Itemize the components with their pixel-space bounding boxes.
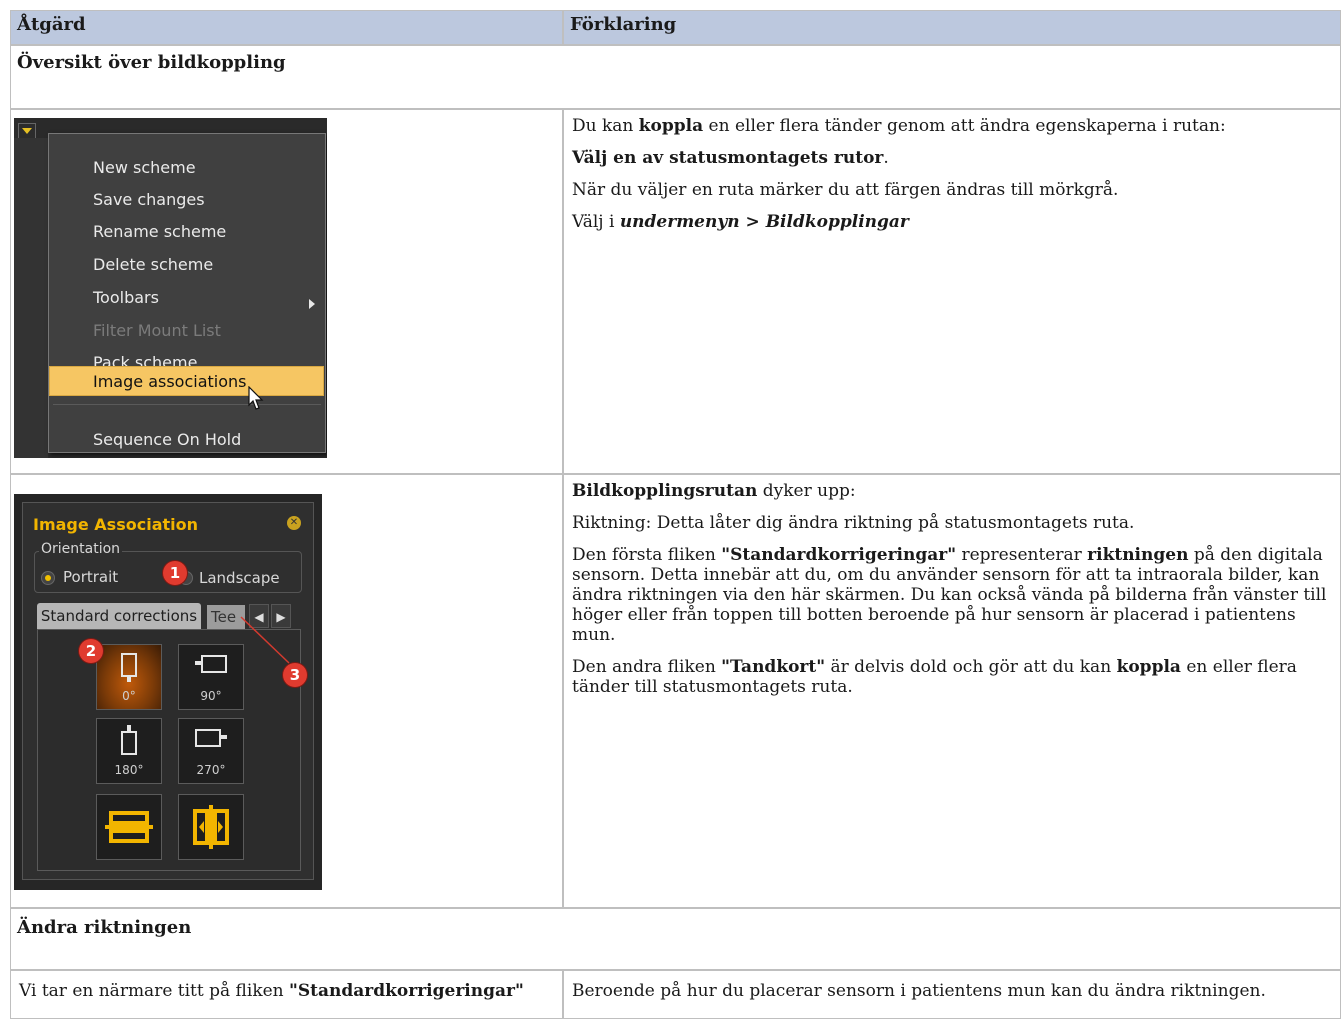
menu-item-save-changes[interactable]: Save changes — [93, 190, 205, 209]
flip-vertical-button[interactable] — [96, 794, 162, 860]
action-text: Vi tar en närmare titt på fliken — [19, 981, 290, 1001]
annotation-badge-3: 3 — [283, 663, 307, 687]
section-heading-change-orientation: Ändra riktningen — [10, 908, 1341, 970]
flip-vertical-icon — [105, 811, 153, 843]
sensor-icon — [121, 731, 137, 755]
column-header-action: Åtgärd — [10, 10, 563, 45]
section-heading-overview: Översikt över bildkoppling — [10, 45, 1341, 109]
rotate-270-button[interactable]: 270° — [178, 718, 244, 784]
help-table: Åtgärd Förklaring Översikt över bildkopp… — [0, 0, 1343, 1019]
image-association-panel: Image Association ✕ Orientation Portrait… — [22, 502, 314, 880]
image-association-screenshot: Image Association ✕ Orientation Portrait… — [14, 494, 322, 890]
sensor-cable — [127, 725, 131, 731]
menu-item-label: Image associations — [93, 372, 247, 391]
explanation-cell-standard-corrections: Beroende på hur du placerar sensorn i pa… — [563, 970, 1341, 1019]
menu-item-toolbars[interactable]: Toolbars — [93, 288, 159, 307]
toolbar-strip — [14, 138, 48, 458]
menu-item-new-scheme[interactable]: New scheme — [93, 158, 196, 177]
paragraph: Den andra fliken "Tandkort" är delvis do… — [572, 657, 1297, 697]
explanation-cell-menu: Du kan koppla en eller flera tänder geno… — [563, 109, 1341, 474]
context-menu-screenshot: New scheme Save changes Rename scheme De… — [14, 118, 327, 458]
paragraph: Välj en av statusmontagets rutor. — [572, 148, 889, 168]
rotation-label: 270° — [196, 763, 226, 777]
rotate-180-button[interactable]: 180° — [96, 718, 162, 784]
sensor-icon — [195, 729, 221, 747]
sensor-cable — [221, 735, 227, 739]
dropdown-arrow-icon[interactable] — [18, 123, 36, 139]
paragraph: När du väljer en ruta märker du att färg… — [572, 180, 1119, 200]
paragraph: Riktning: Detta låter dig ändra riktning… — [572, 513, 1135, 533]
flip-horizontal-icon — [193, 805, 229, 849]
action-cell-standard-corrections: Vi tar en närmare titt på fliken "Standa… — [10, 970, 563, 1019]
submenu-arrow-icon — [309, 299, 315, 309]
menu-item-sequence-on-hold[interactable]: Sequence On Hold — [93, 430, 241, 449]
menu-item-rename-scheme[interactable]: Rename scheme — [93, 222, 226, 241]
mouse-pointer-icon — [248, 386, 264, 410]
menu-item-image-associations[interactable]: Image associations — [49, 366, 324, 396]
paragraph: Bildkopplingsrutan dyker upp: — [572, 481, 856, 501]
annotation-line — [240, 616, 290, 664]
menu-item-delete-scheme[interactable]: Delete scheme — [93, 255, 213, 274]
paragraph: Välj i undermenyn > Bildkopplingar — [572, 212, 909, 232]
paragraph: Du kan koppla en eller flera tänder geno… — [572, 116, 1226, 136]
rotation-label: 180° — [114, 763, 144, 777]
paragraph: Den första fliken "Standardkorrigeringar… — [572, 545, 1327, 645]
menu-separator — [53, 404, 321, 405]
menu-item-filter-mount-list: Filter Mount List — [93, 321, 221, 340]
action-text-bold: "Standardkorrigeringar" — [289, 981, 524, 1001]
column-header-explanation: Förklaring — [563, 10, 1341, 45]
context-menu: New scheme Save changes Rename scheme De… — [48, 133, 326, 453]
explanation-cell-panel: Bildkopplingsrutan dyker upp: Riktning: … — [563, 474, 1341, 908]
flip-horizontal-button[interactable] — [178, 794, 244, 860]
